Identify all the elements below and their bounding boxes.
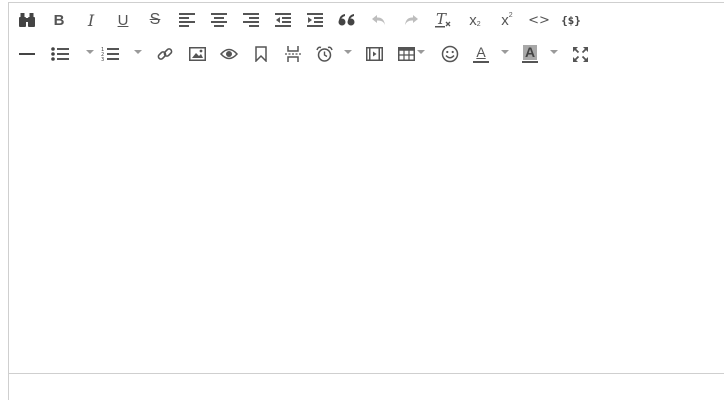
table-dropdown-icon[interactable] [417, 50, 425, 54]
text-color-icon: A [476, 44, 486, 60]
align-center-icon[interactable] [209, 6, 229, 34]
alarm-icon[interactable] [313, 40, 335, 68]
bullet-list-icon[interactable] [49, 40, 71, 68]
preview-icon[interactable] [219, 40, 239, 68]
toolbar-row-1: B I U S T x 2 x 2 <> {$} [9, 3, 724, 37]
superscript-icon: x [501, 11, 509, 29]
table-icon[interactable] [396, 40, 416, 68]
underline-button[interactable]: U [113, 6, 133, 34]
background-color-swatch [522, 61, 538, 63]
template-button[interactable]: {$} [559, 6, 583, 34]
template-icon: {$} [561, 13, 581, 27]
align-left-icon[interactable] [177, 6, 197, 34]
image-icon[interactable] [187, 40, 207, 68]
indent-icon[interactable] [305, 6, 325, 34]
editor-status-bar [9, 373, 724, 402]
editor-content-area[interactable] [9, 73, 724, 373]
subscript-button[interactable]: x2 [465, 6, 485, 34]
editor-toolbar: B I U S T x 2 x 2 <> {$} 1 2 3 A A [9, 3, 724, 74]
svg-text:3: 3 [101, 57, 104, 62]
superscript-button[interactable]: x2 [497, 6, 517, 34]
italic-icon: I [87, 10, 95, 30]
rich-text-editor: B I U S T x 2 x 2 <> {$} 1 2 3 A A [8, 2, 724, 402]
svg-text:T: T [436, 11, 447, 28]
bullet-list-dropdown-icon[interactable] [86, 50, 94, 54]
blockquote-icon[interactable] [337, 6, 357, 34]
subscript-icon: x [469, 11, 477, 29]
subscript-index: 2 [476, 21, 481, 28]
background-color-icon: A [522, 44, 538, 60]
emoji-icon[interactable] [439, 40, 461, 68]
horizontal-rule-icon[interactable] [17, 40, 37, 68]
bookmark-icon[interactable] [251, 40, 271, 68]
numbered-list-dropdown-icon[interactable] [134, 50, 142, 54]
background-color-dropdown-icon[interactable] [550, 50, 558, 54]
find-replace-icon[interactable] [17, 6, 37, 34]
remove-format-icon[interactable]: T [433, 6, 453, 34]
toolbar-row-2: 123 A A [9, 37, 724, 71]
redo-icon[interactable] [401, 6, 421, 34]
bold-button[interactable]: B [49, 6, 69, 34]
underline-icon: U [117, 11, 129, 29]
media-icon[interactable] [364, 40, 384, 68]
fullscreen-icon[interactable] [570, 40, 590, 68]
outdent-icon[interactable] [273, 6, 293, 34]
superscript-index: 2 [508, 11, 513, 19]
code-button[interactable]: <> [528, 6, 550, 34]
text-color-dropdown-icon[interactable] [501, 50, 509, 54]
undo-icon[interactable] [369, 6, 389, 34]
strikethrough-icon: S [149, 11, 161, 28]
align-right-icon[interactable] [241, 6, 261, 34]
alarm-dropdown-icon[interactable] [344, 50, 352, 54]
page-break-icon[interactable] [283, 40, 303, 68]
text-color-button[interactable]: A [471, 40, 491, 68]
code-icon: <> [528, 12, 550, 28]
strikethrough-button[interactable]: S [145, 6, 165, 34]
text-color-swatch [473, 61, 489, 63]
bold-icon: B [53, 11, 65, 29]
background-color-button[interactable]: A [520, 40, 540, 68]
link-icon[interactable] [155, 40, 175, 68]
numbered-list-icon[interactable]: 123 [99, 40, 121, 68]
italic-button[interactable]: I [81, 6, 101, 34]
